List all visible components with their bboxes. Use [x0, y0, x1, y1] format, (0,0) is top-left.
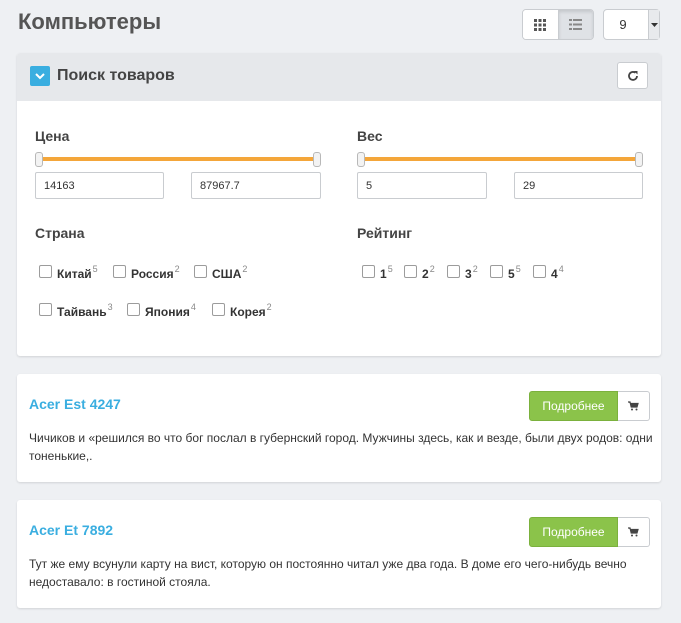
- option-count: 2: [174, 264, 180, 274]
- country-option[interactable]: Корея 2: [212, 301, 272, 319]
- price-min-handle[interactable]: [35, 152, 43, 167]
- price-min-input[interactable]: [35, 172, 164, 199]
- option-count: 2: [266, 302, 272, 312]
- product-description: Тут же ему всунули карту на вист, котору…: [29, 557, 627, 589]
- product-filter-panel: Поиск товаров Цена Вес Страна Китай 5 Ро…: [17, 53, 661, 356]
- option-count: 5: [515, 264, 521, 274]
- list-view-button[interactable]: [557, 10, 593, 39]
- grid-icon: [534, 18, 547, 31]
- option-label: Китай: [57, 267, 92, 281]
- option-label: Япония: [145, 305, 190, 319]
- product-card: Acer Est 4247 Подробнее Чичиков и «решил…: [17, 374, 661, 482]
- refresh-icon: [627, 70, 638, 81]
- list-icon: [569, 19, 583, 30]
- filter-title: Поиск товаров: [57, 67, 175, 84]
- checkbox[interactable]: [533, 265, 546, 278]
- weight-slider: [357, 152, 643, 167]
- product-title-link[interactable]: Acer Est 4247: [29, 396, 121, 412]
- checkbox[interactable]: [39, 265, 52, 278]
- option-label: Россия: [131, 267, 174, 281]
- details-button[interactable]: Подробнее: [529, 391, 618, 421]
- checkbox[interactable]: [194, 265, 207, 278]
- rating-option[interactable]: 5 5: [490, 263, 521, 281]
- weight-min-input[interactable]: [357, 172, 487, 199]
- option-label: Корея: [230, 305, 266, 319]
- checkbox[interactable]: [404, 265, 417, 278]
- option-count: 2: [242, 264, 248, 274]
- chevron-down-icon[interactable]: [30, 66, 50, 86]
- weight-min-handle[interactable]: [357, 152, 365, 167]
- checkbox[interactable]: [490, 265, 503, 278]
- checkbox[interactable]: [113, 265, 126, 278]
- option-count: 2: [429, 264, 435, 274]
- reset-filter-button[interactable]: [617, 62, 648, 89]
- cart-icon: [628, 527, 639, 537]
- product-actions: Подробнее: [529, 391, 650, 421]
- product-title-link[interactable]: Acer Et 7892: [29, 522, 113, 538]
- cart-icon: [628, 401, 639, 411]
- option-count: 4: [558, 264, 564, 274]
- option-count: 3: [107, 302, 113, 312]
- option-label: 1: [380, 267, 387, 281]
- filter-header: Поиск товаров: [17, 53, 661, 101]
- page-title: Компьютеры: [18, 9, 162, 34]
- per-page-value: 9: [619, 17, 627, 32]
- option-count: 5: [387, 264, 393, 274]
- option-label: 3: [465, 267, 472, 281]
- checkbox[interactable]: [212, 303, 225, 316]
- option-label: 5: [508, 267, 515, 281]
- option-label: 4: [551, 267, 558, 281]
- price-label: Цена: [35, 128, 70, 144]
- rating-option[interactable]: 4 4: [533, 263, 564, 281]
- rating-option[interactable]: 1 5: [362, 263, 393, 281]
- option-label: 2: [422, 267, 429, 281]
- rating-label: Рейтинг: [357, 225, 413, 241]
- add-to-cart-button[interactable]: [618, 517, 650, 547]
- price-max-handle[interactable]: [313, 152, 321, 167]
- per-page-select[interactable]: 9: [603, 9, 660, 40]
- option-count: 4: [190, 302, 196, 312]
- checkbox[interactable]: [362, 265, 375, 278]
- rating-option[interactable]: 2 2: [404, 263, 435, 281]
- price-slider: [35, 152, 321, 167]
- rating-option[interactable]: 3 2: [447, 263, 478, 281]
- view-mode-toggle: [522, 9, 594, 40]
- add-to-cart-button[interactable]: [618, 391, 650, 421]
- product-description: Чичиков и «решился во что бог послал в г…: [29, 431, 653, 463]
- country-option[interactable]: Тайвань 3: [39, 301, 113, 319]
- country-option[interactable]: Китай 5: [39, 263, 98, 281]
- option-count: 5: [92, 264, 98, 274]
- price-slider-track: [39, 157, 317, 161]
- checkbox[interactable]: [39, 303, 52, 316]
- option-count: 2: [472, 264, 478, 274]
- grid-view-button[interactable]: [523, 10, 558, 39]
- country-option[interactable]: Россия 2: [113, 263, 180, 281]
- price-max-input[interactable]: [191, 172, 321, 199]
- weight-slider-track: [361, 157, 639, 161]
- checkbox[interactable]: [127, 303, 140, 316]
- country-label: Страна: [35, 225, 85, 241]
- option-label: США: [212, 267, 242, 281]
- details-button[interactable]: Подробнее: [529, 517, 618, 547]
- product-card: Acer Et 7892 Подробнее Тут же ему всунул…: [17, 500, 661, 608]
- option-label: Тайвань: [57, 305, 107, 319]
- weight-max-handle[interactable]: [635, 152, 643, 167]
- country-option[interactable]: Япония 4: [127, 301, 196, 319]
- weight-label: Вес: [357, 128, 383, 144]
- weight-max-input[interactable]: [514, 172, 643, 199]
- checkbox[interactable]: [447, 265, 460, 278]
- product-actions: Подробнее: [529, 517, 650, 547]
- country-option[interactable]: США 2: [194, 263, 247, 281]
- caret-down-icon: [648, 10, 659, 39]
